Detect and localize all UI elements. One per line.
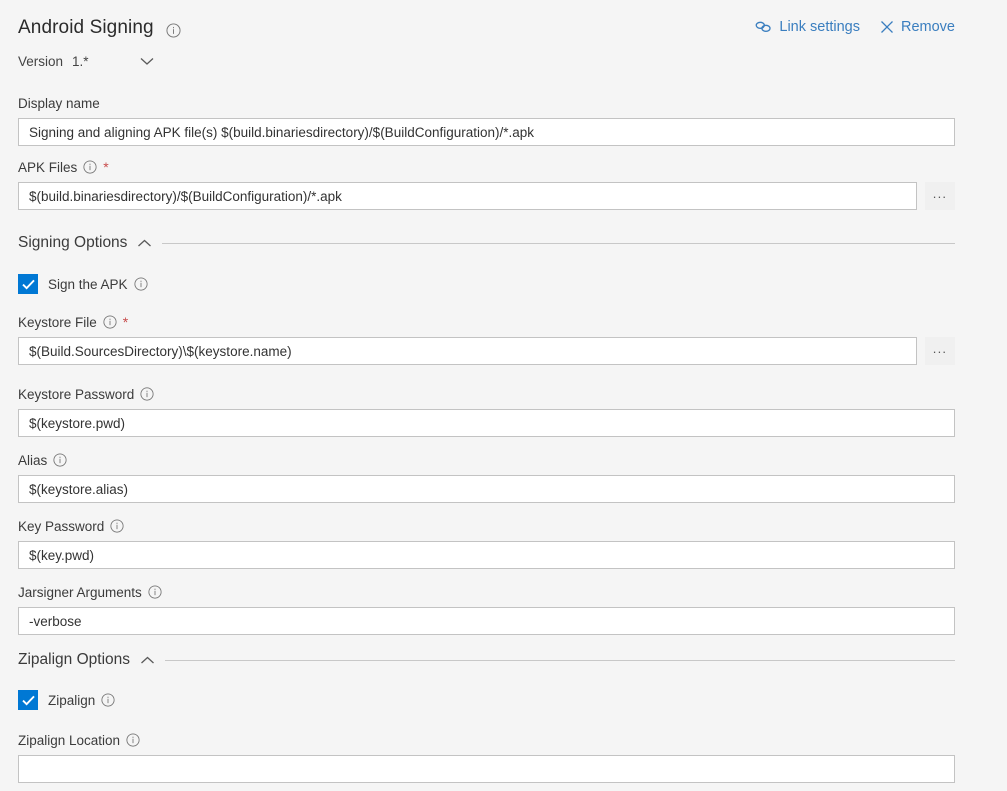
info-icon[interactable] — [103, 315, 117, 329]
keystore-password-input[interactable] — [18, 409, 955, 437]
info-icon[interactable] — [134, 277, 148, 291]
field-label: Alias — [18, 451, 955, 469]
field-label: APK Files * — [18, 158, 955, 176]
section-signing-options[interactable]: Signing Options — [18, 234, 955, 252]
field-apk-files: APK Files * ... — [18, 158, 955, 210]
checkbox-label: Zipalign — [48, 693, 115, 708]
section-zipalign-options[interactable]: Zipalign Options — [18, 651, 955, 669]
jarsigner-arguments-input[interactable] — [18, 607, 955, 635]
required-indicator: * — [103, 162, 108, 172]
section-title: Zipalign Options — [18, 651, 130, 669]
task-settings-panel: Android Signing Link settings — [0, 0, 1007, 791]
sign-the-apk-label: Sign the APK — [48, 277, 128, 292]
keystore-file-input[interactable] — [18, 337, 917, 365]
field-label: Key Password — [18, 517, 955, 535]
field-key-password: Key Password — [18, 517, 955, 569]
zipalign-location-input[interactable] — [18, 755, 955, 783]
key-password-label: Key Password — [18, 519, 104, 534]
zipalign-label: Zipalign — [48, 693, 95, 708]
keystore-file-label: Keystore File — [18, 315, 97, 330]
display-name-label: Display name — [18, 96, 100, 111]
browse-button[interactable]: ... — [925, 337, 955, 365]
field-jarsigner-arguments: Jarsigner Arguments — [18, 583, 955, 635]
keystore-password-label: Keystore Password — [18, 387, 134, 402]
link-icon — [755, 20, 772, 34]
link-settings-label: Link settings — [779, 19, 860, 35]
header-actions: Link settings Remove — [755, 19, 955, 35]
info-icon[interactable] — [110, 519, 124, 533]
sign-the-apk-checkbox[interactable] — [18, 274, 38, 294]
info-icon[interactable] — [101, 693, 115, 707]
info-icon[interactable] — [126, 733, 140, 747]
divider — [162, 243, 955, 244]
link-settings-button[interactable]: Link settings — [755, 19, 860, 35]
info-icon[interactable] — [53, 453, 67, 467]
field-label: Zipalign Location — [18, 731, 955, 749]
info-icon[interactable] — [148, 585, 162, 599]
info-icon[interactable] — [166, 23, 181, 38]
panel-header: Android Signing Link settings — [18, 16, 955, 48]
input-with-browse: ... — [18, 337, 955, 365]
info-icon[interactable] — [140, 387, 154, 401]
key-password-input[interactable] — [18, 541, 955, 569]
chevron-down-icon[interactable] — [140, 57, 154, 66]
info-icon[interactable] — [83, 160, 97, 174]
jarsigner-arguments-label: Jarsigner Arguments — [18, 585, 142, 600]
version-value: 1.* — [72, 54, 89, 69]
close-icon — [880, 20, 894, 34]
zipalign-location-label: Zipalign Location — [18, 733, 120, 748]
chevron-up-icon[interactable] — [137, 239, 152, 248]
required-indicator: * — [123, 317, 128, 327]
field-label: Jarsigner Arguments — [18, 583, 955, 601]
field-keystore-password: Keystore Password — [18, 385, 955, 437]
alias-label: Alias — [18, 453, 47, 468]
version-selector[interactable]: Version 1.* — [18, 50, 154, 72]
field-keystore-file: Keystore File * ... — [18, 313, 955, 365]
apk-files-label: APK Files — [18, 160, 77, 175]
apk-files-input[interactable] — [18, 182, 917, 210]
field-label: Display name — [18, 94, 955, 112]
chevron-up-icon[interactable] — [140, 656, 155, 665]
checkbox-row-sign-the-apk[interactable]: Sign the APK — [18, 274, 148, 294]
field-alias: Alias — [18, 451, 955, 503]
page-title: Android Signing — [18, 16, 154, 40]
version-label: Version — [18, 54, 63, 69]
browse-button[interactable]: ... — [925, 182, 955, 210]
input-with-browse: ... — [18, 182, 955, 210]
field-display-name: Display name — [18, 94, 955, 146]
remove-button[interactable]: Remove — [880, 19, 955, 35]
section-title: Signing Options — [18, 234, 127, 252]
field-zipalign-location: Zipalign Location — [18, 731, 955, 783]
checkbox-label: Sign the APK — [48, 277, 148, 292]
alias-input[interactable] — [18, 475, 955, 503]
divider — [165, 660, 955, 661]
display-name-input[interactable] — [18, 118, 955, 146]
field-label: Keystore Password — [18, 385, 955, 403]
remove-label: Remove — [901, 19, 955, 35]
zipalign-checkbox[interactable] — [18, 690, 38, 710]
field-label: Keystore File * — [18, 313, 955, 331]
checkbox-row-zipalign[interactable]: Zipalign — [18, 690, 115, 710]
